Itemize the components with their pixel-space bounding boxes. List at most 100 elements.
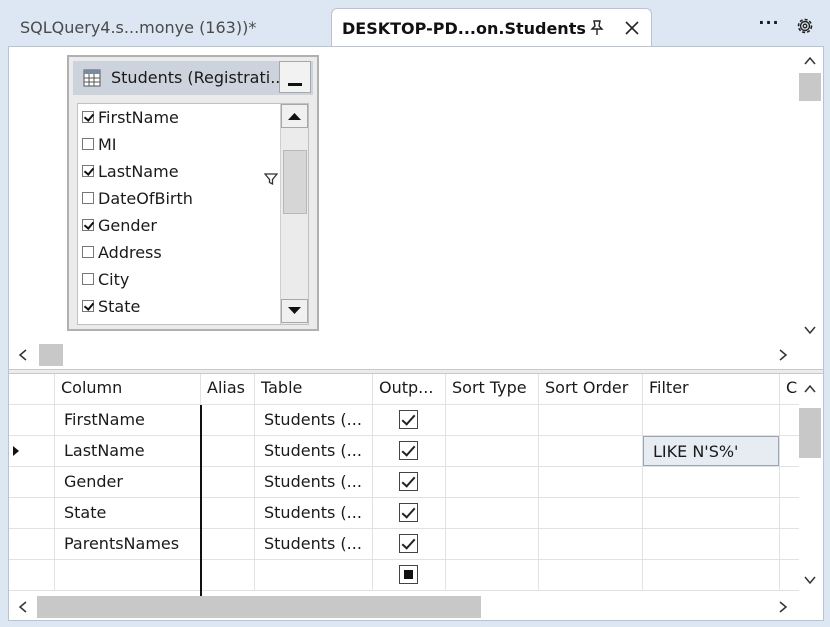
gear-icon[interactable]	[795, 16, 815, 36]
header-sort-order[interactable]: Sort Order	[539, 374, 643, 405]
cell-sort-order[interactable]	[539, 467, 643, 498]
row-header[interactable]	[9, 467, 55, 498]
column-row-dateofbirth[interactable]: DateOfBirth	[82, 185, 193, 211]
table-widget-header[interactable]: Students (Registrati...	[73, 61, 313, 95]
cell-column[interactable]: FirstName	[55, 405, 201, 436]
cell-sort-order[interactable]	[539, 560, 643, 591]
cell-filter[interactable]	[643, 560, 780, 591]
grid-horizontal-scrollbar[interactable]	[9, 596, 823, 620]
column-checkbox[interactable]	[82, 165, 94, 177]
table-row[interactable]: Gender Students (...	[9, 467, 799, 498]
scroll-thumb[interactable]	[283, 150, 307, 214]
chevron-right-icon[interactable]	[775, 347, 791, 363]
output-checkbox[interactable]	[399, 441, 418, 460]
diagram-pane[interactable]: Students (Registrati... FirstName MI Las…	[9, 47, 823, 369]
scroll-up-button[interactable]	[281, 104, 308, 128]
cell-output[interactable]	[373, 436, 446, 467]
cell-table[interactable]: Students (...	[255, 436, 373, 467]
column-row-city[interactable]: City	[82, 266, 129, 292]
cell-filter[interactable]	[643, 405, 780, 436]
cell-alias[interactable]	[201, 498, 255, 529]
cell-sort-type[interactable]	[446, 498, 539, 529]
cell-table[interactable]: Students (...	[255, 467, 373, 498]
chevron-up-icon[interactable]	[802, 381, 818, 397]
cell-column[interactable]: ParentsNames	[55, 529, 201, 560]
output-checkbox[interactable]	[399, 503, 418, 522]
row-header[interactable]	[9, 405, 55, 436]
cell-output[interactable]	[373, 405, 446, 436]
column-checkbox[interactable]	[82, 111, 94, 123]
cell-filter[interactable]	[643, 529, 780, 560]
header-sort-type[interactable]: Sort Type	[446, 374, 539, 405]
scroll-thumb[interactable]	[39, 344, 63, 366]
column-row-address[interactable]: Address	[82, 239, 162, 265]
cell-alias[interactable]	[201, 405, 255, 436]
column-resize-divider[interactable]	[200, 405, 202, 596]
output-checkbox[interactable]	[399, 472, 418, 491]
chevron-right-icon[interactable]	[775, 599, 791, 615]
column-checkbox[interactable]	[82, 246, 94, 258]
cell-table[interactable]	[255, 560, 373, 591]
table-row[interactable]	[9, 560, 799, 591]
column-row-lastname[interactable]: LastName	[82, 158, 179, 184]
scroll-thumb[interactable]	[37, 596, 481, 618]
column-checkbox[interactable]	[82, 138, 94, 150]
tab-students-designer[interactable]: DESKTOP-PD...on.Students	[331, 8, 652, 48]
header-output[interactable]: Outp...	[373, 374, 446, 405]
cell-filter[interactable]	[643, 498, 780, 529]
column-row-gender[interactable]: Gender	[82, 212, 157, 238]
header-filter[interactable]: Filter	[643, 374, 780, 405]
column-checkbox[interactable]	[82, 300, 94, 312]
cell-sort-order[interactable]	[539, 405, 643, 436]
cell-sort-order[interactable]	[539, 529, 643, 560]
table-row[interactable]: State Students (...	[9, 498, 799, 529]
cell-table[interactable]: Students (...	[255, 498, 373, 529]
column-row-mi[interactable]: MI	[82, 131, 117, 157]
cell-sort-type[interactable]	[446, 560, 539, 591]
row-header[interactable]	[9, 529, 55, 560]
cell-sort-type[interactable]	[446, 467, 539, 498]
chevron-left-icon[interactable]	[15, 599, 31, 615]
output-checkbox[interactable]	[399, 534, 418, 553]
output-checkbox[interactable]	[399, 410, 418, 429]
scroll-thumb[interactable]	[799, 408, 821, 458]
close-icon[interactable]	[622, 18, 642, 38]
cell-column[interactable]: LastName	[55, 436, 201, 467]
diagram-horizontal-scrollbar[interactable]	[9, 344, 823, 368]
grid-vertical-scrollbar[interactable]	[799, 374, 823, 596]
cell-sort-order[interactable]	[539, 436, 643, 467]
row-header[interactable]	[9, 436, 55, 467]
cell-output[interactable]	[373, 498, 446, 529]
cell-table[interactable]: Students (...	[255, 529, 373, 560]
cell-alias[interactable]	[201, 436, 255, 467]
output-checkbox[interactable]	[399, 565, 418, 584]
header-table[interactable]: Table	[255, 374, 373, 405]
cell-filter[interactable]: LIKE N'S%'	[643, 436, 780, 467]
diagram-vertical-scrollbar[interactable]	[799, 47, 823, 344]
chevron-down-icon[interactable]	[802, 322, 818, 338]
chevron-down-icon[interactable]	[802, 572, 818, 588]
tab-sqlquery4[interactable]: SQLQuery4.s...monye (163))*	[10, 8, 330, 47]
table-row[interactable]: FirstName Students (...	[9, 405, 799, 436]
chevron-left-icon[interactable]	[15, 347, 31, 363]
column-row-state[interactable]: State	[82, 293, 140, 319]
cell-output[interactable]	[373, 560, 446, 591]
header-alias[interactable]: Alias	[201, 374, 255, 405]
cell-output[interactable]	[373, 529, 446, 560]
cell-column[interactable]: State	[55, 498, 201, 529]
cell-column[interactable]	[55, 560, 201, 591]
row-header[interactable]	[9, 560, 55, 591]
column-list-scrollbar[interactable]	[280, 104, 308, 324]
table-row[interactable]: LastName Students (... LIKE N'S%'	[9, 436, 799, 467]
pin-icon[interactable]	[588, 19, 606, 37]
cell-column[interactable]: Gender	[55, 467, 201, 498]
table-widget-students[interactable]: Students (Registrati... FirstName MI Las…	[67, 55, 319, 331]
scroll-thumb[interactable]	[799, 73, 821, 101]
ellipsis-icon[interactable]: ···	[758, 14, 780, 36]
cell-sort-type[interactable]	[446, 529, 539, 560]
row-header[interactable]	[9, 498, 55, 529]
cell-sort-type[interactable]	[446, 405, 539, 436]
cell-sort-order[interactable]	[539, 498, 643, 529]
header-column[interactable]: Column	[55, 374, 201, 405]
column-checkbox[interactable]	[82, 273, 94, 285]
